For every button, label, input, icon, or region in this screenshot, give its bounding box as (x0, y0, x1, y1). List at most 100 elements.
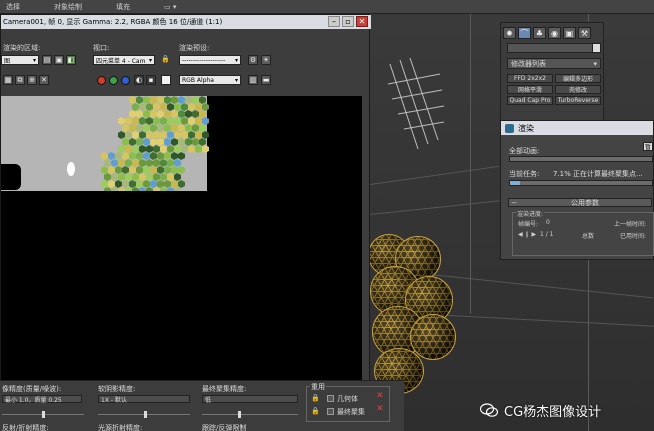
clear-icon[interactable]: ✕ (39, 75, 49, 85)
soft-shadow-slider[interactable] (98, 411, 190, 418)
mosaic-cell (150, 96, 157, 104)
object-name-field[interactable] (507, 43, 595, 53)
maximize-button[interactable]: ▫ (342, 16, 354, 27)
modifier-button[interactable]: TurboReverse (555, 96, 601, 105)
mosaic-cell (188, 145, 195, 153)
region-select-icon[interactable]: ◧ (66, 55, 76, 65)
mosaic-cell (118, 173, 125, 181)
clear-final-gather-icon[interactable]: ✕ (376, 404, 384, 414)
playback-controls[interactable]: ◀ ❙ ▶ (518, 231, 536, 238)
green-channel-toggle[interactable] (109, 76, 118, 85)
render-progress-titlebar[interactable]: 渲染 (501, 121, 653, 135)
viewport-value: 四元菜单 4 - Cam (96, 57, 146, 65)
render-setup-icon[interactable]: ⚙ (248, 55, 258, 65)
image-precision-slider[interactable] (2, 411, 84, 418)
image-precision-label: 像精度(质量/噪波): (2, 385, 62, 393)
toggle-ui-icon[interactable]: ▥ (248, 75, 258, 85)
mosaic-cell (199, 110, 206, 118)
render-area-dropdown[interactable]: 图 ▾ (1, 55, 39, 65)
frame-window-titlebar[interactable]: Camera001, 帧 0, 显示 Gamma: 2.2, RGBA 颜色 1… (1, 15, 371, 29)
mosaic-cell (139, 145, 146, 153)
save-image-icon[interactable]: ▦ (3, 75, 13, 85)
modify-tab-icon[interactable]: ⌒ (518, 27, 531, 39)
chevron-down-icon: ▾ (234, 76, 238, 84)
environment-icon[interactable]: ☀ (261, 55, 271, 65)
mosaic-cell (122, 180, 129, 188)
close-button[interactable]: ✕ (356, 16, 368, 27)
final-gather-slider[interactable] (202, 411, 298, 418)
lock-icon[interactable]: 🔒 (311, 394, 320, 402)
channel-dropdown[interactable]: RGB Alpha ▾ (179, 75, 241, 85)
clone-window-icon[interactable]: ⊕ (27, 75, 37, 85)
modifier-button[interactable]: Quad Cap Pro (507, 96, 553, 105)
background-color-swatch[interactable] (161, 75, 171, 85)
render-canvas[interactable] (1, 96, 362, 381)
common-params-rollout[interactable]: − 公用参数 (508, 198, 652, 207)
lock-icon[interactable]: 🔒 (161, 55, 170, 63)
mosaic-cell (118, 159, 125, 167)
mosaic-cell (104, 159, 111, 167)
modifier-list-dropdown[interactable]: 修改器列表 ▾ (507, 58, 601, 69)
auto-region-icon[interactable]: ▣ (54, 55, 64, 65)
mosaic-cell (174, 103, 181, 111)
menu-extra[interactable]: ▭ ▾ (164, 3, 176, 11)
red-channel-toggle[interactable] (97, 76, 106, 85)
render-app-icon (505, 123, 514, 133)
viewport-dropdown[interactable]: 四元菜单 4 - Cam ▾ (93, 55, 155, 65)
elapsed-time-label: 已用时间: (620, 233, 647, 240)
mosaic-cell (122, 166, 129, 174)
clear-geometry-icon[interactable]: ✕ (376, 391, 384, 401)
render-preset-label: 渲染预设: (179, 44, 210, 52)
mosaic-cell (192, 138, 199, 146)
mosaic-cell (111, 187, 118, 191)
hierarchy-tab-icon[interactable]: ♣ (533, 27, 546, 39)
mosaic-cell (157, 124, 164, 132)
mosaic-cell (160, 131, 167, 139)
edit-region-icon[interactable]: ▤ (42, 55, 52, 65)
utilities-tab-icon[interactable]: ⚒ (578, 27, 591, 39)
alpha-channel-toggle[interactable]: ◐ (134, 75, 144, 85)
mosaic-cell (150, 110, 157, 118)
mosaic-cell (146, 117, 153, 125)
mosaic-cell (125, 131, 132, 139)
mosaic-cell (129, 180, 136, 188)
mosaic-cell (136, 166, 143, 174)
mosaic-cell (195, 117, 202, 125)
current-task-label: 当前任务: (509, 170, 540, 178)
mosaic-cell (153, 117, 160, 125)
lock-icon[interactable]: 🔒 (311, 407, 320, 415)
mosaic-cell (181, 103, 188, 111)
menu-select[interactable]: 选择 (6, 2, 20, 12)
copy-image-icon[interactable]: ⧉ (15, 75, 25, 85)
pause-button[interactable]: 暂 (643, 142, 653, 151)
modifier-button[interactable]: 网格平滑 (507, 85, 553, 94)
menu-object-paint[interactable]: 对象绘制 (54, 2, 82, 12)
menu-populate[interactable]: 填充 (116, 2, 130, 12)
object-color-swatch[interactable] (592, 43, 601, 53)
create-tab-icon[interactable]: ✹ (503, 27, 516, 39)
blue-channel-toggle[interactable] (121, 76, 130, 85)
modifier-button[interactable]: 编辑多边形 (555, 74, 601, 83)
mosaic-cell (132, 145, 139, 153)
mosaic-cell (129, 152, 136, 160)
mosaic-cell (125, 145, 132, 153)
monochrome-toggle[interactable]: ▪ (146, 75, 156, 85)
mosaic-cell (132, 131, 139, 139)
display-tab-icon[interactable]: ▣ (563, 27, 576, 39)
mosaic-cell (129, 138, 136, 146)
mosaic-cell (185, 138, 192, 146)
mosaic-cell (146, 159, 153, 167)
final-gather-checkbox[interactable] (327, 408, 334, 415)
modifier-button[interactable]: 壳修改 (555, 85, 601, 94)
modifier-button[interactable]: FFD 2x2x2 (507, 74, 553, 83)
mosaic-cell (178, 180, 185, 188)
mosaic-cell (174, 131, 181, 139)
toggle-overlay-icon[interactable]: ▬ (261, 75, 271, 85)
geometry-checkbox[interactable] (327, 395, 334, 402)
mosaic-cell (171, 96, 178, 104)
collapse-icon: − (511, 198, 517, 207)
render-preset-value: -------------------- (182, 56, 226, 64)
render-preset-dropdown[interactable]: -------------------- ▾ (179, 55, 241, 65)
minimize-button[interactable]: – (328, 16, 340, 27)
motion-tab-icon[interactable]: ◉ (548, 27, 561, 39)
